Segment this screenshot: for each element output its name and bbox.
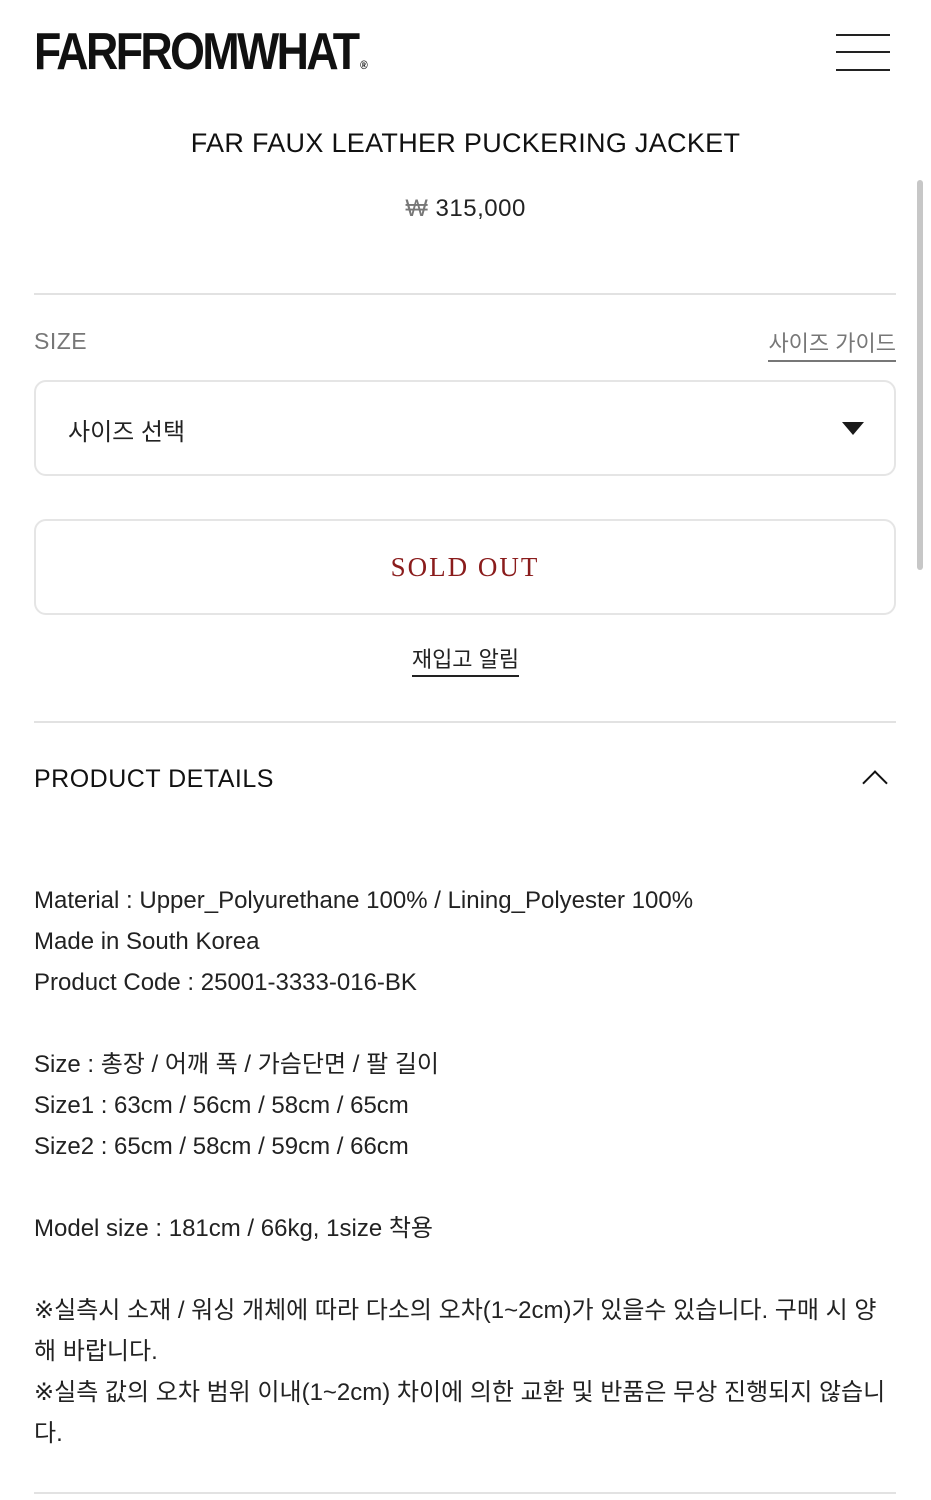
scrollbar-thumb[interactable] bbox=[917, 180, 923, 570]
divider-details bbox=[34, 721, 896, 723]
product-code-text: Product Code : 25001-3333-016-BK bbox=[34, 969, 417, 996]
price-value: 315,000 bbox=[435, 195, 526, 222]
product-title: FAR FAUX LEATHER PUCKERING JACKET bbox=[190, 128, 741, 158]
size-guide-link[interactable]: 사이즈 가이드 bbox=[768, 326, 896, 362]
size-header-text: Size : 총장 / 어깨 폭 / 가슴단면 / 팔 길이 bbox=[34, 1051, 439, 1078]
size2-text: Size2 : 65cm / 58cm / 59cm / 66cm bbox=[34, 1133, 409, 1160]
size1-text: Size1 : 63cm / 56cm / 58cm / 65cm bbox=[34, 1092, 409, 1119]
material-text: Material : Upper_Polyurethane 100% / Lin… bbox=[34, 887, 694, 914]
product-details-content: Material : Upper_Polyurethane 100% / Lin… bbox=[34, 880, 896, 1454]
hamburger-menu-icon[interactable] bbox=[832, 30, 894, 76]
menu-line-middle bbox=[836, 51, 890, 53]
measurement-note-2: ※실측 값의 오차 범위 이내(1~2cm) 차이에 의한 교환 및 반품은 무… bbox=[34, 1379, 886, 1447]
menu-line-top bbox=[836, 34, 890, 36]
restock-alert-link[interactable]: 재입고 알림 bbox=[411, 642, 520, 677]
divider-top bbox=[34, 293, 896, 295]
product-price: ₩ 315,000 bbox=[0, 195, 931, 223]
size-select[interactable]: 사이즈 선택 bbox=[34, 380, 896, 476]
product-details-toggle[interactable]: PRODUCT DETAILS bbox=[34, 750, 896, 810]
model-size-text: Model size : 181cm / 66kg, 1size 착용 bbox=[34, 1215, 433, 1242]
menu-line-bottom bbox=[836, 69, 890, 71]
size-select-value: 사이즈 선택 bbox=[68, 419, 186, 446]
measurement-note-1: ※실측시 소재 / 워싱 개체에 따라 다소의 오차(1~2cm)가 있을수 있… bbox=[34, 1297, 877, 1365]
brand-logo-text: FARFROMWHAT bbox=[34, 23, 360, 81]
chevron-up-icon bbox=[862, 770, 888, 796]
site-header: FARFROMWHAT ® bbox=[0, 0, 931, 100]
size-label: SIZE bbox=[34, 328, 88, 354]
caret-down-icon bbox=[842, 422, 864, 435]
registered-mark: ® bbox=[360, 58, 368, 72]
brand-logo[interactable]: FARFROMWHAT ® bbox=[34, 24, 368, 93]
currency-symbol: ₩ bbox=[405, 195, 429, 222]
made-in-text: Made in South Korea bbox=[34, 928, 260, 955]
product-details-heading: PRODUCT DETAILS bbox=[34, 765, 274, 793]
restock-row: 재입고 알림 bbox=[0, 642, 931, 677]
divider-bottom bbox=[34, 1492, 896, 1494]
sold-out-button[interactable]: SOLD OUT bbox=[34, 519, 896, 615]
